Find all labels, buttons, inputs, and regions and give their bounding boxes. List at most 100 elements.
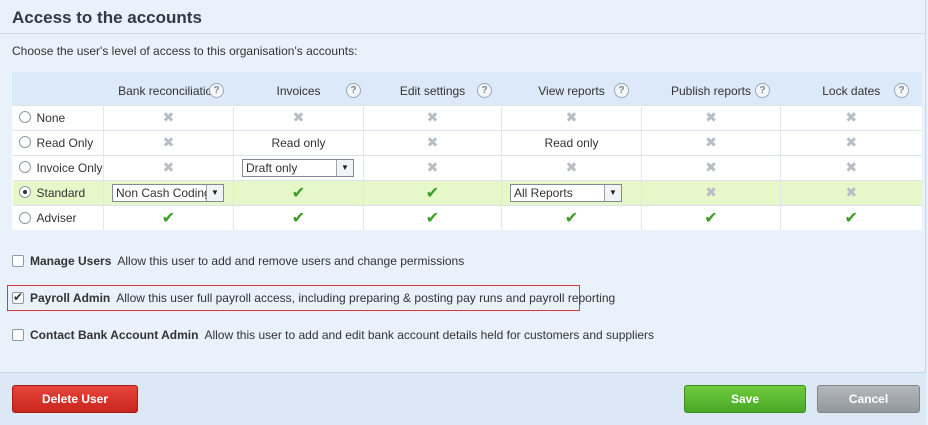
cross-icon: ✖ [845,184,858,200]
view-reports-select[interactable]: All Reports ▼ [510,183,622,202]
cell: ✔ [233,204,364,230]
radio-read-only[interactable] [18,136,31,149]
cell: All Reports ▼ [501,179,642,205]
select-value: Draft only [246,160,298,175]
access-level-label: Read Only [36,135,94,150]
cell: Non Cash Coding ▼ [103,179,234,205]
help-icon[interactable]: ? [209,83,224,98]
contact-bank-account-admin-checkbox[interactable] [12,329,24,341]
header-publish-reports: Publish reports ? [641,72,781,105]
help-icon[interactable]: ? [894,83,909,98]
help-icon[interactable]: ? [755,83,770,98]
cell: ✖ [501,154,642,180]
access-level-cell[interactable]: Adviser [12,204,104,230]
view-reports-read-only-text: Read only [544,135,599,150]
check-icon: ✔ [564,209,579,227]
help-icon[interactable]: ? [477,83,492,98]
header-view-reports: View reports ? [501,72,642,105]
cell: ✖ [103,154,234,180]
select-value: Non Cash Coding [116,185,211,200]
cancel-button[interactable]: Cancel [817,385,920,413]
table-header-row: Bank reconciliation ? Invoices ? Edit se… [12,72,922,105]
cell: ✖ [641,154,781,180]
radio-invoice-only[interactable] [18,161,31,174]
page-title: Access to the accounts [12,8,202,27]
access-row-none: None ✖ ✖ ✖ ✖ ✖ ✖ [12,104,922,130]
cell: ✖ [641,129,781,155]
check-icon: ✔ [425,209,440,227]
check-icon: ✔ [844,209,858,227]
cross-icon: ✖ [162,159,175,175]
delete-user-button[interactable]: Delete User [12,385,138,413]
cross-icon: ✖ [162,109,175,125]
access-row-adviser: Adviser ✔ ✔ ✔ ✔ ✔ ✔ [12,204,922,230]
user-access-panel: Access to the accounts Choose the user's… [0,0,926,425]
permission-description: Allow this user full payroll access, inc… [116,291,616,305]
header-label: Lock dates [822,84,881,99]
access-level-label: None [36,110,66,125]
cell: ✔ [233,179,364,205]
cell: ✖ [641,179,781,205]
payroll-admin-checkbox[interactable] [12,290,24,304]
cell: ✔ [103,204,234,230]
header-lock-dates: Lock dates ? [780,72,922,105]
check-icon: ✔ [291,209,306,227]
contact-bank-account-admin-option: Contact Bank Account Admin Allow this us… [12,328,654,342]
header-label: View reports [538,84,605,99]
check-icon: ✔ [161,209,176,227]
access-level-cell[interactable]: Read Only [12,129,104,155]
manage-users-checkbox[interactable] [12,255,24,267]
save-button[interactable]: Save [684,385,806,413]
access-level-cell[interactable]: None [12,104,104,130]
check-icon: ✔ [425,184,440,202]
header-label: Publish reports [670,84,752,99]
permission-label: Contact Bank Account Admin [30,328,199,342]
chevron-down-icon[interactable]: ▼ [206,184,223,201]
access-row-read-only: Read Only ✖ Read only ✖ Read only ✖ ✖ [12,129,922,155]
cell: ✖ [363,129,502,155]
permission-description: Allow this user to add and remove users … [117,254,465,268]
radio-none[interactable] [18,111,31,124]
access-level-label: Standard [36,185,86,200]
cell: Draft only ▼ [233,154,364,180]
permission-label: Manage Users [30,254,112,268]
cross-icon: ✖ [705,134,717,150]
cell: ✖ [103,129,234,155]
page-subtitle: Choose the user's level of access to thi… [12,44,358,58]
check-icon: ✔ [704,209,718,227]
radio-standard[interactable] [18,186,31,199]
chevron-down-icon[interactable]: ▼ [336,159,353,176]
cross-icon: ✖ [565,109,578,125]
cross-icon: ✖ [426,159,439,175]
access-level-label: Invoice Only [36,160,103,175]
cell: ✖ [103,104,234,130]
access-level-cell[interactable]: Invoice Only [12,154,104,180]
cross-icon: ✖ [162,134,175,150]
access-level-label: Adviser [36,210,77,225]
payroll-admin-option: Payroll Admin Allow this user full payro… [12,290,616,305]
help-icon[interactable]: ? [346,83,361,98]
permission-label: Payroll Admin [30,291,111,305]
cross-icon: ✖ [292,109,305,125]
invoices-access-select[interactable]: Draft only ▼ [242,158,354,177]
header-level [12,72,104,105]
header-edit-settings: Edit settings ? [363,72,502,105]
bank-reconciliation-select[interactable]: Non Cash Coding ▼ [112,183,224,202]
check-icon: ✔ [291,184,306,202]
chevron-down-icon[interactable]: ▼ [604,184,621,201]
access-row-standard: Standard Non Cash Coding ▼ ✔ ✔ All Repor… [12,179,922,205]
access-level-cell[interactable]: Standard [12,179,104,205]
cross-icon: ✖ [426,109,439,125]
cell: ✔ [363,204,502,230]
select-value: All Reports [514,185,573,200]
cell: Read only [501,129,642,155]
help-icon[interactable]: ? [614,83,629,98]
cell: ✖ [363,154,502,180]
header-label: Invoices [276,84,321,99]
footer-bar: Delete User Save Cancel [0,372,926,425]
cell: ✖ [780,179,922,205]
manage-users-option: Manage Users Allow this user to add and … [12,254,464,268]
radio-adviser[interactable] [18,211,31,224]
cross-icon: ✖ [705,159,717,175]
cell: ✖ [780,154,922,180]
